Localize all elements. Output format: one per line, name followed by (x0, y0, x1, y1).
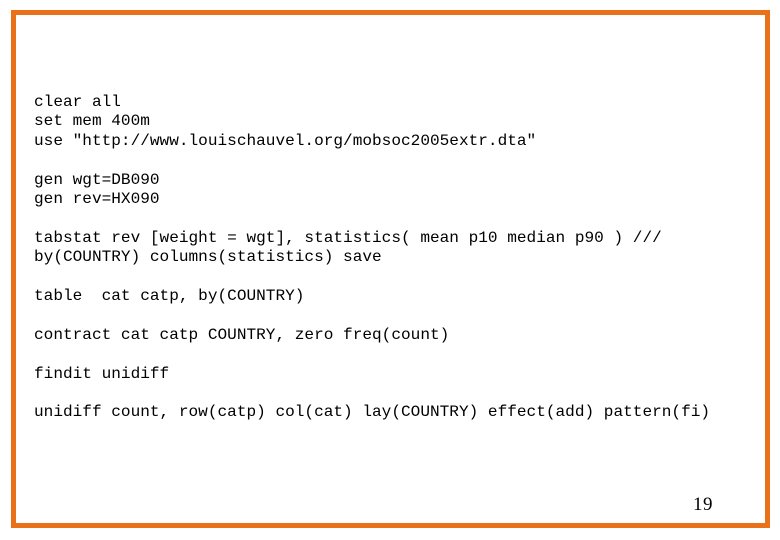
code-line: clear all (34, 93, 121, 111)
code-line: table cat catp, by(COUNTRY) (34, 287, 305, 306)
code-line: set mem 400m (34, 112, 150, 131)
code-line: use "http://www.louischauvel.org/mobsoc2… (34, 131, 537, 150)
code-line: findit unidiff (34, 364, 170, 383)
code-line: by(COUNTRY) columns(statistics) save (34, 248, 382, 267)
code-listing: clear all set mem 400m use "http://www.lou… (34, 93, 734, 423)
code-line: unidiff count, row(catp) col(cat) lay(CO… (34, 403, 711, 422)
code-line: gen wgt=DB090 (34, 170, 160, 189)
code-line: gen rev=HX090 (34, 190, 160, 209)
code-line: contract cat catp COUNTRY, zero freq(cou… (34, 325, 450, 344)
slide-canvas: clear all set mem 400m use "http://www.lou… (0, 0, 780, 540)
code-line: tabstat rev [weight = wgt], statistics( … (34, 228, 662, 247)
page-number: 19 (693, 494, 713, 515)
